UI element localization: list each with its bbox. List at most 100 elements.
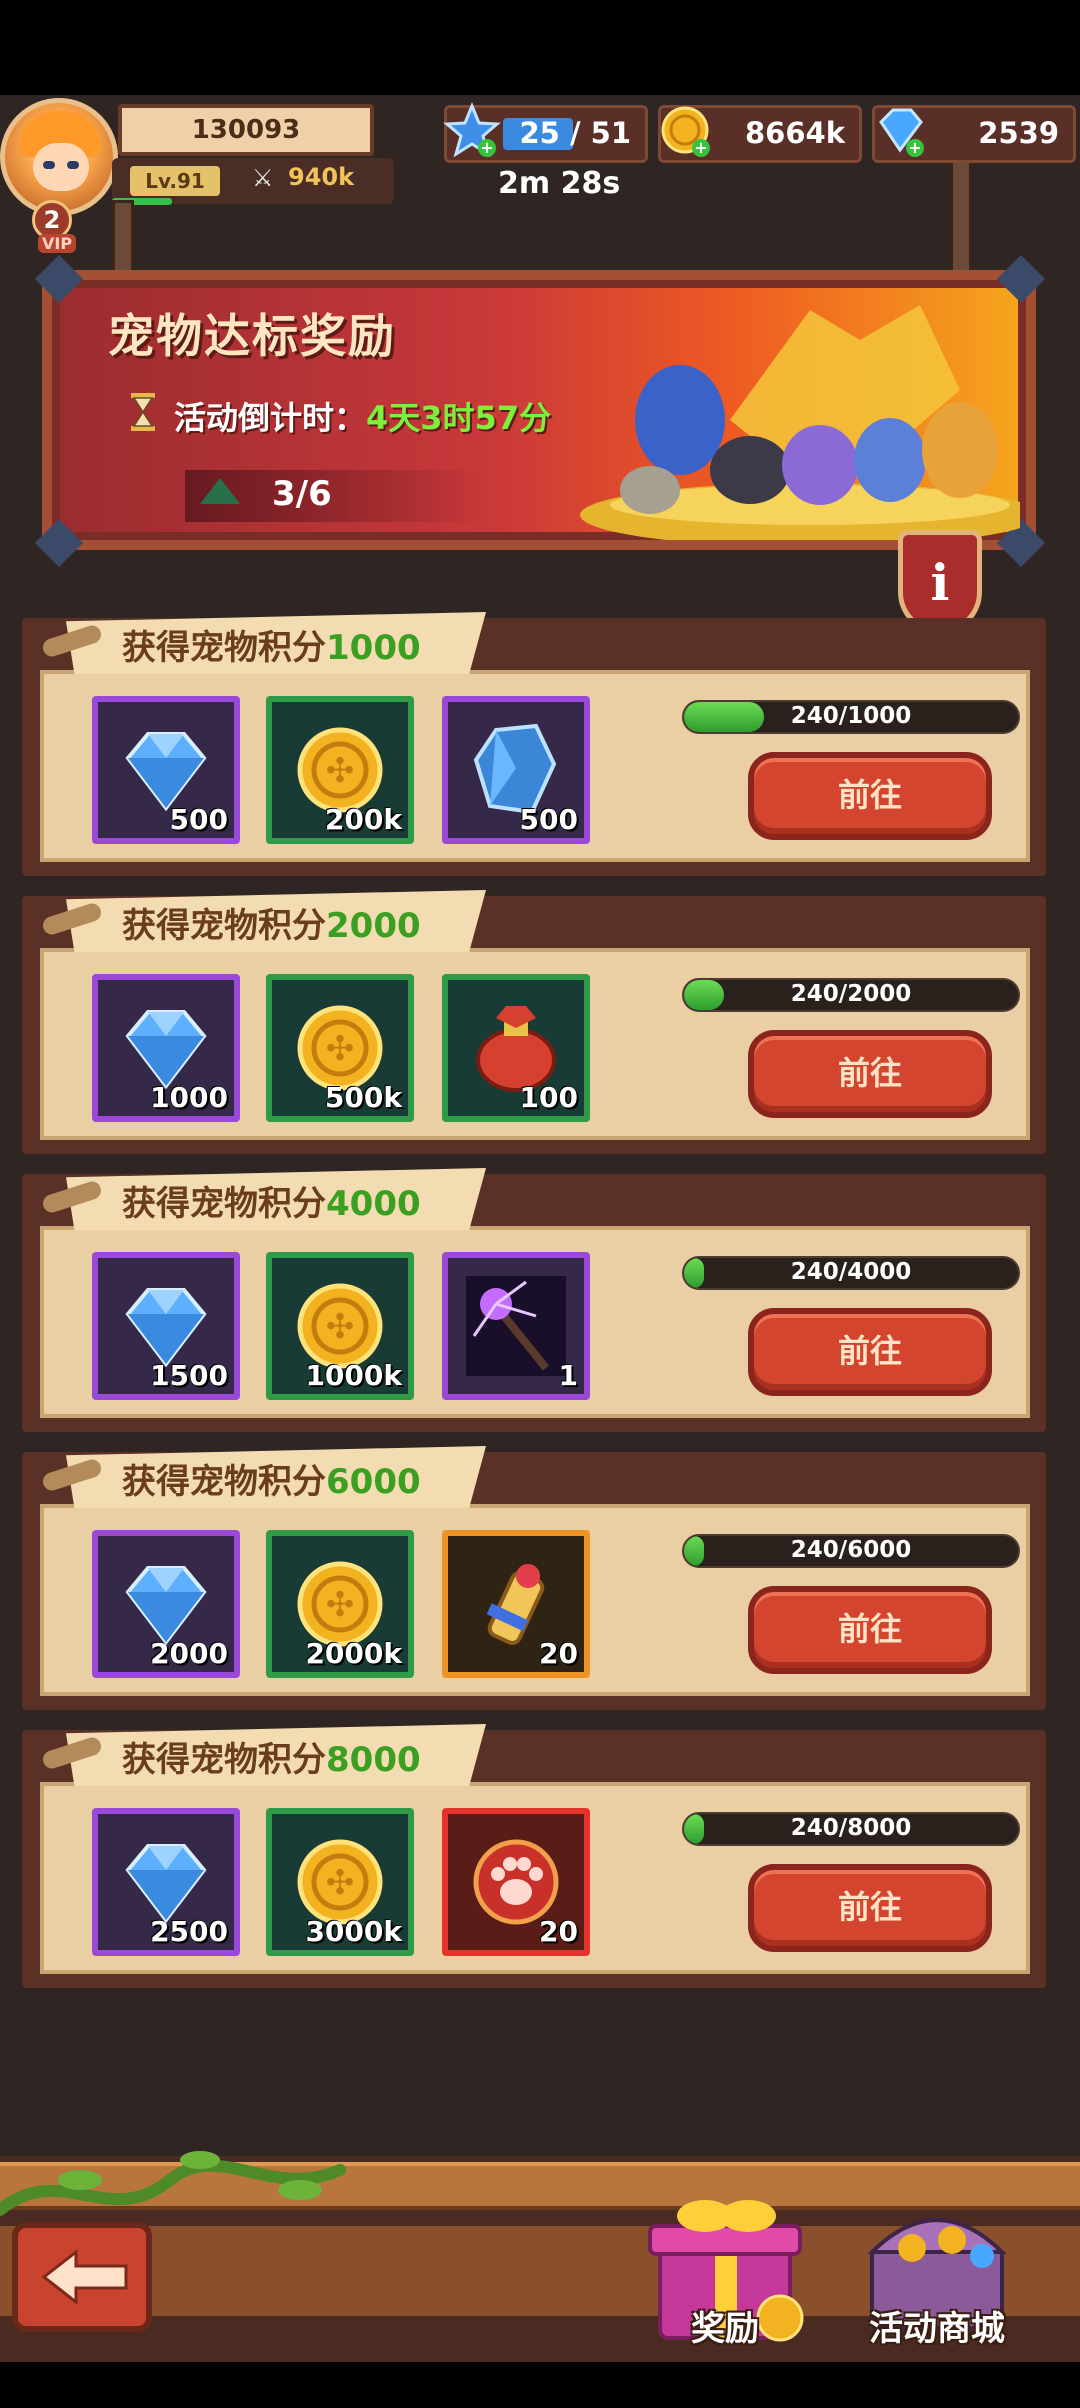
reward-item-quantity: 1000	[150, 1081, 228, 1114]
gem-value: 2539	[978, 116, 1059, 150]
reward-card: 获得宠物积分4000 1500 ✣ 1000k 1 240/4000 前往	[22, 1168, 1046, 1432]
nav-rewards-label: 奖励	[691, 2309, 759, 2349]
card-title: 获得宠物积分1000	[122, 620, 421, 669]
reward-item-slot[interactable]: ✣ 200k	[266, 696, 414, 844]
player-id-plate: 130093	[118, 104, 374, 156]
stamina-counter[interactable]: + 25 / 51	[443, 102, 648, 163]
card-target: 1000	[326, 628, 421, 668]
gem-icon: +	[879, 108, 924, 157]
reward-item-quantity: 2500	[150, 1915, 228, 1948]
card-title-prefix: 获得宠物积分	[122, 628, 326, 668]
card-title: 获得宠物积分4000	[122, 1176, 421, 1225]
card-target: 6000	[326, 1462, 421, 1502]
back-arrow-icon	[41, 2250, 128, 2304]
reward-item-slot[interactable]: 500	[442, 696, 590, 844]
reward-item-slot[interactable]: 2000	[92, 1530, 240, 1678]
card-title: 获得宠物积分2000	[122, 898, 421, 947]
progress-text: 240/8000	[790, 1815, 912, 1841]
stamina-value: 25 / 51	[519, 116, 632, 150]
combat-power: 940k	[288, 163, 355, 191]
progress-text: 240/1000	[790, 703, 912, 729]
reward-card: 获得宠物积分6000 2000 ✣ 2000k 20 240/6000 前往	[22, 1446, 1046, 1710]
reward-item-slot[interactable]: 2500	[92, 1808, 240, 1956]
card-title-prefix: 获得宠物积分	[122, 906, 326, 946]
reward-item-slot[interactable]: 100	[442, 974, 590, 1122]
reward-item-quantity: 1	[558, 1359, 578, 1392]
stamina-timer: 2m 28s	[498, 166, 621, 201]
go-button[interactable]: 前往	[748, 1864, 992, 1952]
svg-text:+: +	[480, 138, 493, 157]
card-title-prefix: 获得宠物积分	[122, 1462, 326, 1502]
nav-rewards[interactable]: 奖励	[630, 2178, 820, 2358]
gold-counter[interactable]: + 8664k	[658, 105, 862, 163]
go-button[interactable]: 前往	[748, 1586, 992, 1674]
star-stamina-icon: +	[443, 102, 501, 158]
player-level: Lv.91	[130, 166, 220, 196]
go-button[interactable]: 前往	[748, 1308, 992, 1396]
svg-text:+: +	[694, 138, 707, 157]
progress-text: 240/2000	[790, 981, 912, 1007]
reward-item-slot[interactable]: ✣ 3000k	[266, 1808, 414, 1956]
svg-text:✣: ✣	[326, 1029, 355, 1069]
countdown-label: 活动倒计时：	[174, 399, 367, 437]
card-target: 8000	[326, 1740, 421, 1780]
card-title-prefix: 获得宠物积分	[122, 1184, 326, 1224]
card-title: 获得宠物积分6000	[122, 1454, 421, 1503]
reward-item-quantity: 1500	[150, 1359, 228, 1392]
event-progress: 3/6	[272, 474, 332, 514]
svg-text:✣: ✣	[326, 751, 355, 791]
gem-counter[interactable]: + 2539	[872, 105, 1076, 163]
card-title-prefix: 获得宠物积分	[122, 1740, 326, 1780]
reward-item-slot[interactable]: 1000	[92, 974, 240, 1122]
svg-text:✣: ✣	[326, 1585, 355, 1625]
reward-item-quantity: 200k	[324, 803, 402, 836]
reward-item-quantity: 20	[539, 1637, 578, 1670]
gold-coin-icon: +	[661, 106, 710, 157]
pets-illustration	[580, 305, 1020, 540]
go-button[interactable]: 前往	[748, 752, 992, 840]
event-title: 宠物达标奖励	[108, 309, 396, 363]
flag-icon	[200, 478, 240, 504]
nav-event-shop[interactable]: 活动商城	[842, 2178, 1032, 2358]
hanging-post	[950, 150, 972, 290]
reward-item-slot[interactable]: ✣ 500k	[266, 974, 414, 1122]
reward-item-quantity: 2000	[150, 1637, 228, 1670]
nav-event-shop-label: 活动商城	[869, 2309, 1005, 2349]
reward-card: 获得宠物积分1000 500 ✣ 200k 500 240/1000 前往	[22, 612, 1046, 876]
progress-text: 240/4000	[790, 1259, 912, 1285]
avatar-eye	[67, 161, 79, 169]
reward-item-quantity: 500	[519, 803, 578, 836]
reward-card: 获得宠物积分8000 2500 ✣ 3000k 20 240/8000 前往	[22, 1724, 1046, 1988]
avatar-face	[33, 143, 89, 191]
navigation-bar-area	[0, 2362, 1080, 2408]
hourglass-icon	[131, 393, 155, 431]
avatar-eye	[43, 161, 55, 169]
player-avatar[interactable]	[0, 98, 118, 216]
status-bar-area	[0, 0, 1080, 95]
card-title: 获得宠物积分8000	[122, 1732, 421, 1781]
reward-item-slot[interactable]: 20	[442, 1530, 590, 1678]
reward-item-quantity: 500k	[324, 1081, 402, 1114]
go-button[interactable]: 前往	[748, 1030, 992, 1118]
vip-badge[interactable]: 2 VIP	[28, 200, 78, 256]
svg-text:✣: ✣	[326, 1307, 355, 1347]
reward-item-quantity: 100	[519, 1081, 578, 1114]
reward-item-slot[interactable]: 500	[92, 696, 240, 844]
card-target: 4000	[326, 1184, 421, 1224]
reward-item-slot[interactable]: ✣ 2000k	[266, 1530, 414, 1678]
countdown-value: 4天3时57分	[366, 399, 552, 437]
progress-text: 240/6000	[790, 1537, 912, 1563]
crossed-swords-icon: ⚔	[252, 164, 274, 192]
reward-item-slot[interactable]: 1	[442, 1252, 590, 1400]
reward-item-slot[interactable]: ✣ 1000k	[266, 1252, 414, 1400]
reward-item-slot[interactable]: 1500	[92, 1252, 240, 1400]
event-countdown: 活动倒计时：4天3时57分	[174, 393, 551, 439]
card-target: 2000	[326, 906, 421, 946]
reward-item-quantity: 3000k	[305, 1915, 402, 1948]
back-button[interactable]	[12, 2222, 152, 2332]
reward-item-quantity: 500	[169, 803, 228, 836]
vip-label: VIP	[38, 234, 77, 253]
reward-item-slot[interactable]: 20	[442, 1808, 590, 1956]
reward-item-quantity: 20	[539, 1915, 578, 1948]
reward-item-quantity: 2000k	[305, 1637, 402, 1670]
